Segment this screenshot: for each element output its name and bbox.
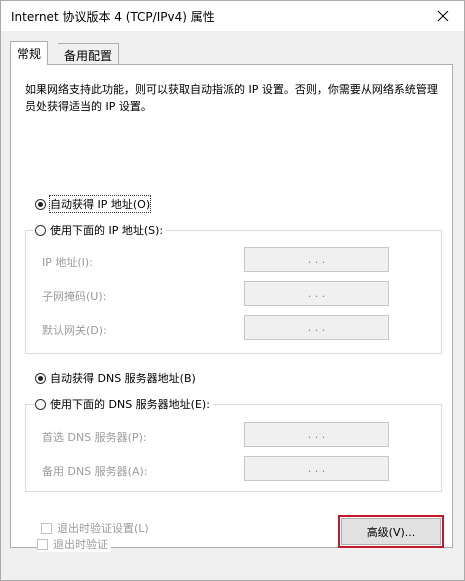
dns-auto-radio-label: 自动获得 DNS 服务器地址(B) — [50, 372, 196, 385]
tab-alternate-configuration[interactable]: 备用配置 — [58, 43, 120, 64]
radio-unchecked-icon — [35, 398, 46, 410]
tab-general-label: 常规 — [17, 47, 42, 61]
subnet-mask-label: 子网掩码(U): — [42, 290, 107, 303]
radio-checked-icon — [35, 198, 46, 210]
close-button[interactable] — [428, 3, 458, 29]
tcpipv4-properties-dialog: Internet 协议版本 4 (TCP/IPv4) 属性 常规 备用配置 如果… — [0, 0, 465, 581]
subnet-mask-value: . . . — [307, 287, 326, 300]
advanced-button-label: 高级(V)... — [366, 525, 416, 539]
preferred-dns-label: 首选 DNS 服务器(P): — [42, 431, 147, 444]
ip-address-value: . . . — [307, 253, 326, 266]
window-title: Internet 协议版本 4 (TCP/IPv4) 属性 — [11, 10, 215, 24]
validate-partial-label: 退出时验证 — [53, 538, 108, 551]
alternate-dns-label: 备用 DNS 服务器(A): — [42, 465, 148, 478]
ip-manual-radio[interactable]: 使用下面的 IP 地址(S): — [35, 222, 167, 238]
ip-manual-radio-label: 使用下面的 IP 地址(S): — [50, 224, 164, 237]
alternate-dns-value: . . . — [307, 462, 326, 475]
default-gateway-label: 默认网关(D): — [42, 324, 107, 337]
tab-general[interactable]: 常规 — [10, 41, 49, 65]
ip-auto-radio-label: 自动获得 IP 地址(O) — [48, 195, 152, 213]
alternate-dns-input[interactable]: . . . — [244, 456, 389, 481]
default-gateway-value: . . . — [307, 321, 326, 334]
ip-address-label: IP 地址(I): — [42, 256, 93, 269]
validate-checkbox-duplicate[interactable]: 退出时验证 — [37, 536, 111, 552]
dns-manual-radio-label: 使用下面的 DNS 服务器地址(E): — [50, 398, 210, 411]
radio-checked-icon — [35, 372, 46, 384]
preferred-dns-value: . . . — [307, 428, 326, 441]
checkbox-icon — [41, 522, 52, 534]
default-gateway-input[interactable]: . . . — [244, 315, 389, 340]
subnet-mask-input[interactable]: . . . — [244, 281, 389, 306]
advanced-button[interactable]: 高级(V)... — [338, 515, 444, 548]
title-bar: Internet 协议版本 4 (TCP/IPv4) 属性 — [1, 1, 464, 31]
dns-auto-radio[interactable]: 自动获得 DNS 服务器地址(B) — [35, 370, 199, 386]
validate-settings-label: 退出时验证设置(L) — [57, 522, 149, 535]
ip-auto-radio[interactable]: 自动获得 IP 地址(O) — [35, 195, 154, 213]
dialog-content: 常规 备用配置 如果网络支持此功能，则可以获取自动指派的 IP 设置。否则，你需… — [1, 31, 464, 552]
close-icon — [437, 10, 449, 22]
checkbox-icon — [37, 538, 48, 550]
radio-unchecked-icon — [35, 224, 46, 236]
dialog-footer — [1, 550, 464, 580]
description-text: 如果网络支持此功能，则可以获取自动指派的 IP 设置。否则，你需要从网络系统管理… — [25, 83, 438, 113]
general-tab-panel: 如果网络支持此功能，则可以获取自动指派的 IP 设置。否则，你需要从网络系统管理… — [10, 64, 453, 552]
validate-settings-checkbox[interactable]: 退出时验证设置(L) — [41, 520, 152, 536]
dns-manual-radio[interactable]: 使用下面的 DNS 服务器地址(E): — [35, 396, 213, 412]
tab-alternate-label: 备用配置 — [64, 49, 113, 63]
preferred-dns-input[interactable]: . . . — [244, 422, 389, 447]
ip-address-input[interactable]: . . . — [244, 247, 389, 272]
